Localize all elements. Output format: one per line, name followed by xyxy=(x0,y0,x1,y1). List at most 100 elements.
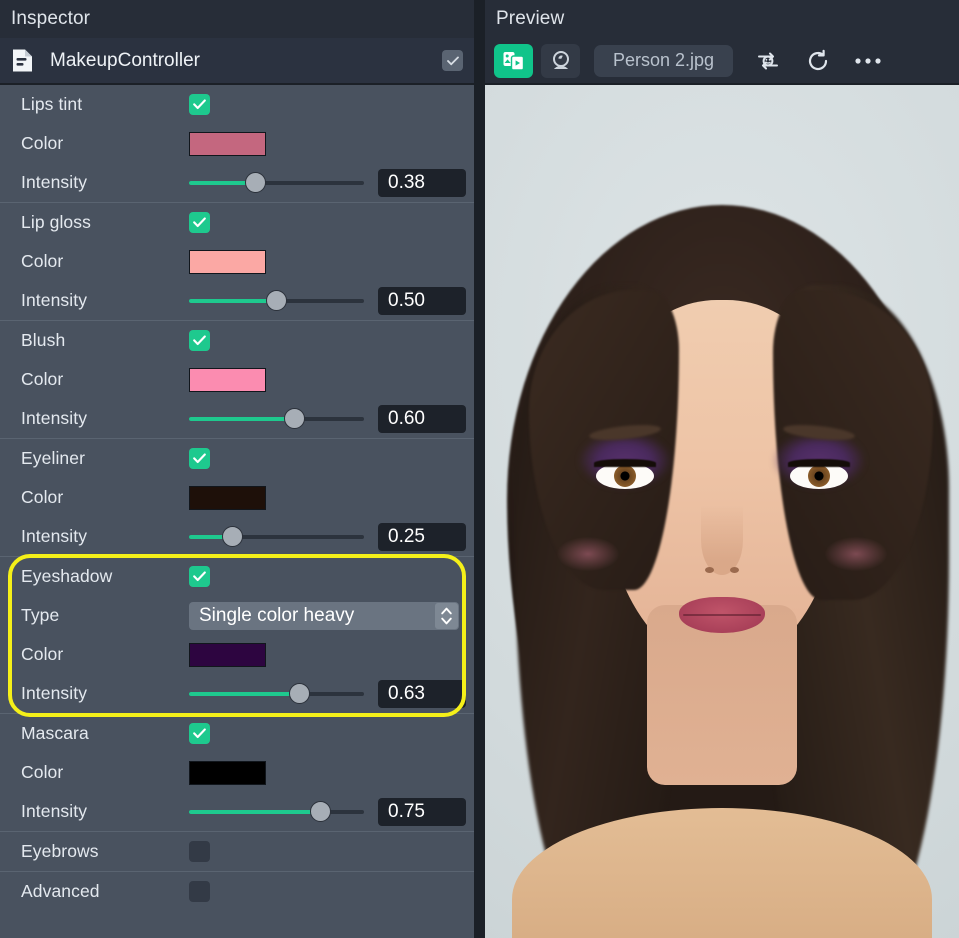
label-eyeshadow-intensity: Intensity xyxy=(21,683,189,704)
label-eyeshadow-type: Type xyxy=(21,605,189,626)
slider-blush-intensity[interactable] xyxy=(189,399,364,438)
label-blush: Blush xyxy=(21,330,189,351)
preview-toolbar: Person 2.jpg xyxy=(485,38,959,83)
row-eyeliner-intensity[interactable]: Intensity0.25 xyxy=(0,517,474,556)
label-lip-gloss: Lip gloss xyxy=(21,212,189,233)
property-group-eyeliner: Eyeliner Color Intensity0.25 xyxy=(0,439,474,557)
label-eyeshadow: Eyeshadow xyxy=(21,566,189,587)
slider-knob[interactable] xyxy=(289,683,310,704)
slider-fill xyxy=(189,692,299,696)
inspector-title: Inspector xyxy=(0,0,474,38)
checkbox-eyebrows[interactable] xyxy=(189,841,210,862)
property-group-blush: Blush Color Intensity0.60 xyxy=(0,321,474,439)
checkbox-eyeshadow[interactable] xyxy=(189,566,210,587)
property-group-mascara: Mascara Color Intensity0.75 xyxy=(0,714,474,832)
slider-lips-tint-intensity[interactable] xyxy=(189,163,364,202)
slider-fill xyxy=(189,417,294,421)
color-swatch-lips-tint[interactable] xyxy=(189,132,266,156)
value-mascara-intensity[interactable]: 0.75 xyxy=(378,798,466,826)
more-options-icon[interactable] xyxy=(847,44,889,78)
row-lips-tint-enable[interactable]: Lips tint xyxy=(0,85,474,124)
checkbox-eyeliner[interactable] xyxy=(189,448,210,469)
slider-eyeshadow-intensity[interactable] xyxy=(189,674,364,713)
color-swatch-blush[interactable] xyxy=(189,368,266,392)
checkbox-advanced[interactable] xyxy=(189,881,210,902)
row-eyeliner-enable[interactable]: Eyeliner xyxy=(0,439,474,478)
label-eyeshadow-color: Color xyxy=(21,644,189,665)
checkbox-blush[interactable] xyxy=(189,330,210,351)
row-mascara-color[interactable]: Color xyxy=(0,753,474,792)
select-eyeshadow-type[interactable]: Single color heavy xyxy=(189,602,459,630)
row-blush-intensity[interactable]: Intensity0.60 xyxy=(0,399,474,438)
property-group-eyebrows: Eyebrows xyxy=(0,832,474,872)
row-mascara-intensity[interactable]: Intensity0.75 xyxy=(0,792,474,831)
object-name: MakeupController xyxy=(50,50,442,72)
value-eyeshadow-intensity[interactable]: 0.63 xyxy=(378,680,466,708)
label-mascara: Mascara xyxy=(21,723,189,744)
label-advanced: Advanced xyxy=(21,881,189,902)
row-eyeshadow-enable[interactable]: Eyeshadow xyxy=(0,557,474,596)
slider-knob[interactable] xyxy=(266,290,287,311)
row-lip-gloss-intensity[interactable]: Intensity0.50 xyxy=(0,281,474,320)
checkbox-lips-tint[interactable] xyxy=(189,94,210,115)
object-enabled-checkbox[interactable] xyxy=(442,50,463,71)
color-swatch-eyeliner[interactable] xyxy=(189,486,266,510)
row-advanced-enable[interactable]: Advanced xyxy=(0,872,474,911)
webcam-icon[interactable] xyxy=(541,44,580,78)
row-eyebrows-enable[interactable]: Eyebrows xyxy=(0,832,474,871)
checkbox-mascara[interactable] xyxy=(189,723,210,744)
property-group-lip-gloss: Lip gloss Color Intensity0.50 xyxy=(0,203,474,321)
image-video-card-icon[interactable] xyxy=(494,44,533,78)
label-lips-tint: Lips tint xyxy=(21,94,189,115)
object-header[interactable]: MakeupController xyxy=(0,38,474,83)
color-swatch-mascara[interactable] xyxy=(189,761,266,785)
row-eyeshadow-intensity[interactable]: Intensity 0.63 xyxy=(0,674,474,713)
slider-knob[interactable] xyxy=(310,801,331,822)
color-swatch-lip-gloss[interactable] xyxy=(189,250,266,274)
face-swap-icon[interactable] xyxy=(747,44,789,78)
preview-title: Preview xyxy=(485,0,959,38)
app-window: Inspector MakeupController Lips tint Colo… xyxy=(0,0,959,938)
row-eyeshadow-type[interactable]: TypeSingle color heavy xyxy=(0,596,474,635)
value-lips-tint-intensity[interactable]: 0.38 xyxy=(378,169,466,197)
value-eyeliner-intensity[interactable]: 0.25 xyxy=(378,523,466,551)
slider-knob[interactable] xyxy=(245,172,266,193)
slider-knob[interactable] xyxy=(284,408,305,429)
label-lip-gloss-color: Color xyxy=(21,251,189,272)
inspector-panel: Inspector MakeupController Lips tint Colo… xyxy=(0,0,474,938)
chevron-updown-icon[interactable] xyxy=(435,603,458,629)
color-swatch-eyeshadow[interactable] xyxy=(189,643,266,667)
file-name-chip[interactable]: Person 2.jpg xyxy=(594,45,733,77)
slider-fill xyxy=(189,299,277,303)
row-lip-gloss-color[interactable]: Color xyxy=(0,242,474,281)
row-mascara-enable[interactable]: Mascara xyxy=(0,714,474,753)
slider-mascara-intensity[interactable] xyxy=(189,792,364,831)
preview-panel: Preview Person 2.jpg xyxy=(485,0,959,938)
checkbox-lip-gloss[interactable] xyxy=(189,212,210,233)
row-lips-tint-intensity[interactable]: Intensity 0.38 xyxy=(0,163,474,202)
label-eyebrows: Eyebrows xyxy=(21,841,189,862)
slider-fill xyxy=(189,810,320,814)
row-eyeshadow-color[interactable]: Color xyxy=(0,635,474,674)
label-mascara-color: Color xyxy=(21,762,189,783)
portrait-image xyxy=(485,85,959,938)
row-lips-tint-color[interactable]: Color xyxy=(0,124,474,163)
value-blush-intensity[interactable]: 0.60 xyxy=(378,405,466,433)
preview-stage[interactable] xyxy=(485,83,959,938)
label-blush-color: Color xyxy=(21,369,189,390)
property-group-eyeshadow: EyeshadowTypeSingle color heavyColorInte… xyxy=(0,557,474,714)
slider-lip-gloss-intensity[interactable] xyxy=(189,281,364,320)
slider-knob[interactable] xyxy=(222,526,243,547)
label-lips-tint-color: Color xyxy=(21,133,189,154)
row-blush-enable[interactable]: Blush xyxy=(0,321,474,360)
row-eyeliner-color[interactable]: Color xyxy=(0,478,474,517)
row-blush-color[interactable]: Color xyxy=(0,360,474,399)
slider-eyeliner-intensity[interactable] xyxy=(189,517,364,556)
label-lips-tint-intensity: Intensity xyxy=(21,172,189,193)
reset-rotate-icon[interactable] xyxy=(797,44,839,78)
row-lip-gloss-enable[interactable]: Lip gloss xyxy=(0,203,474,242)
value-lip-gloss-intensity[interactable]: 0.50 xyxy=(378,287,466,315)
property-group-lips-tint: Lips tint Color Intensity 0.38 xyxy=(0,85,474,203)
properties-list[interactable]: Lips tint Color Intensity 0.38 Lip gloss Colo… xyxy=(0,83,474,938)
label-eyeliner-color: Color xyxy=(21,487,189,508)
